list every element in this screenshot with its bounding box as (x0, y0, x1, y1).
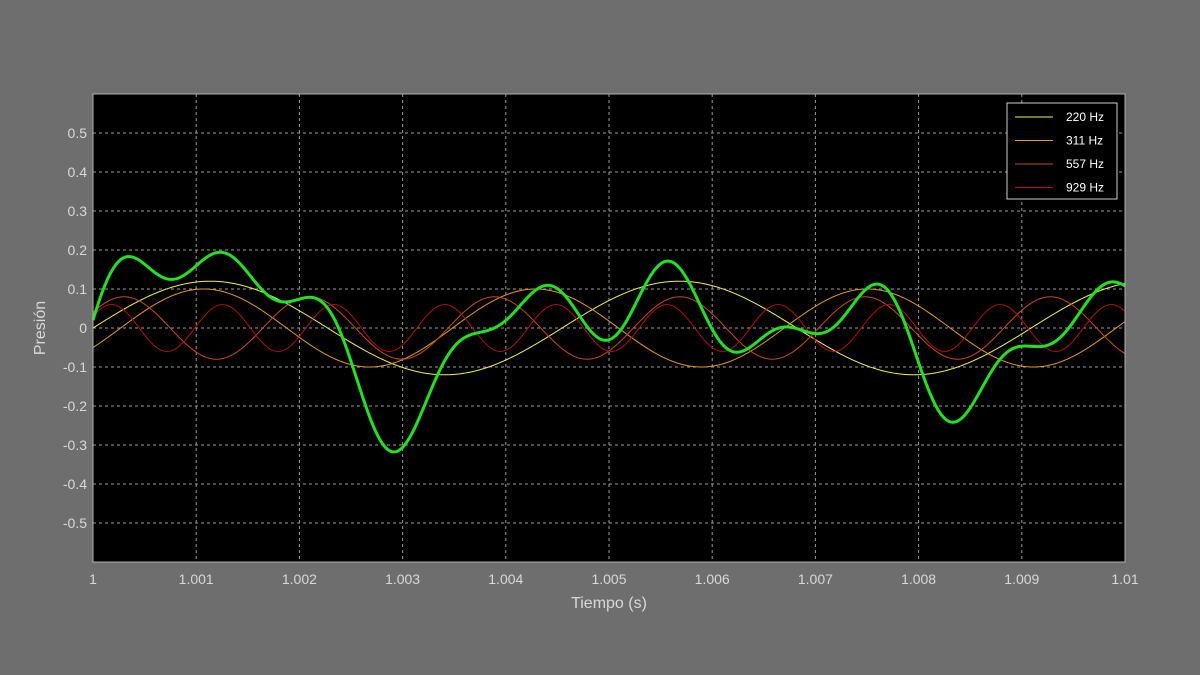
y-tick-labels: 0.5 0.4 0.3 0.2 0.1 0 -0.1 -0.2 -0.3 -0.4 -0.5 (63, 125, 87, 531)
x-tick-label: 1.007 (798, 571, 833, 587)
x-tick-label: 1.006 (695, 571, 730, 587)
y-tick-label: -0.5 (63, 515, 87, 531)
x-axis-label: Tiempo (s) (571, 595, 647, 612)
x-tick-label: 1.003 (385, 571, 420, 587)
x-tick-label: 1.008 (901, 571, 936, 587)
x-tick-label: 1.004 (488, 571, 523, 587)
y-tick-label: -0.4 (63, 476, 87, 492)
y-tick-label: -0.3 (63, 437, 87, 453)
legend-label: 220 Hz (1066, 110, 1104, 124)
x-tick-label: 1 (89, 571, 97, 587)
x-tick-label: 1.002 (282, 571, 317, 587)
x-tick-label: 1.005 (591, 571, 626, 587)
y-tick-label: 0 (79, 320, 87, 336)
y-tick-label: -0.2 (63, 398, 87, 414)
y-tick-label: 0.4 (68, 164, 88, 180)
legend-label: 311 Hz (1066, 134, 1103, 148)
x-tick-labels: 1 1.001 1.002 1.003 1.004 1.005 1.006 1.007 1.00… (89, 571, 1139, 587)
y-axis-label: Presión (32, 301, 49, 355)
chart: 1 1.001 1.002 1.003 1.004 1.005 1.006 1.007 1.00… (32, 93, 1139, 612)
legend: 220 Hz 311 Hz 557 Hz 929 Hz (1006, 102, 1118, 200)
y-tick-label: 0.3 (68, 203, 88, 219)
y-tick-label: 0.1 (68, 281, 88, 297)
x-tick-label: 1.01 (1111, 571, 1138, 587)
y-tick-label: 0.5 (68, 125, 88, 141)
legend-label: 557 Hz (1066, 157, 1104, 171)
x-tick-label: 1.009 (1004, 571, 1039, 587)
legend-label: 929 Hz (1066, 181, 1104, 195)
y-tick-label: 0.2 (68, 242, 88, 258)
y-tick-label: -0.1 (63, 359, 87, 375)
x-tick-label: 1.001 (179, 571, 214, 587)
